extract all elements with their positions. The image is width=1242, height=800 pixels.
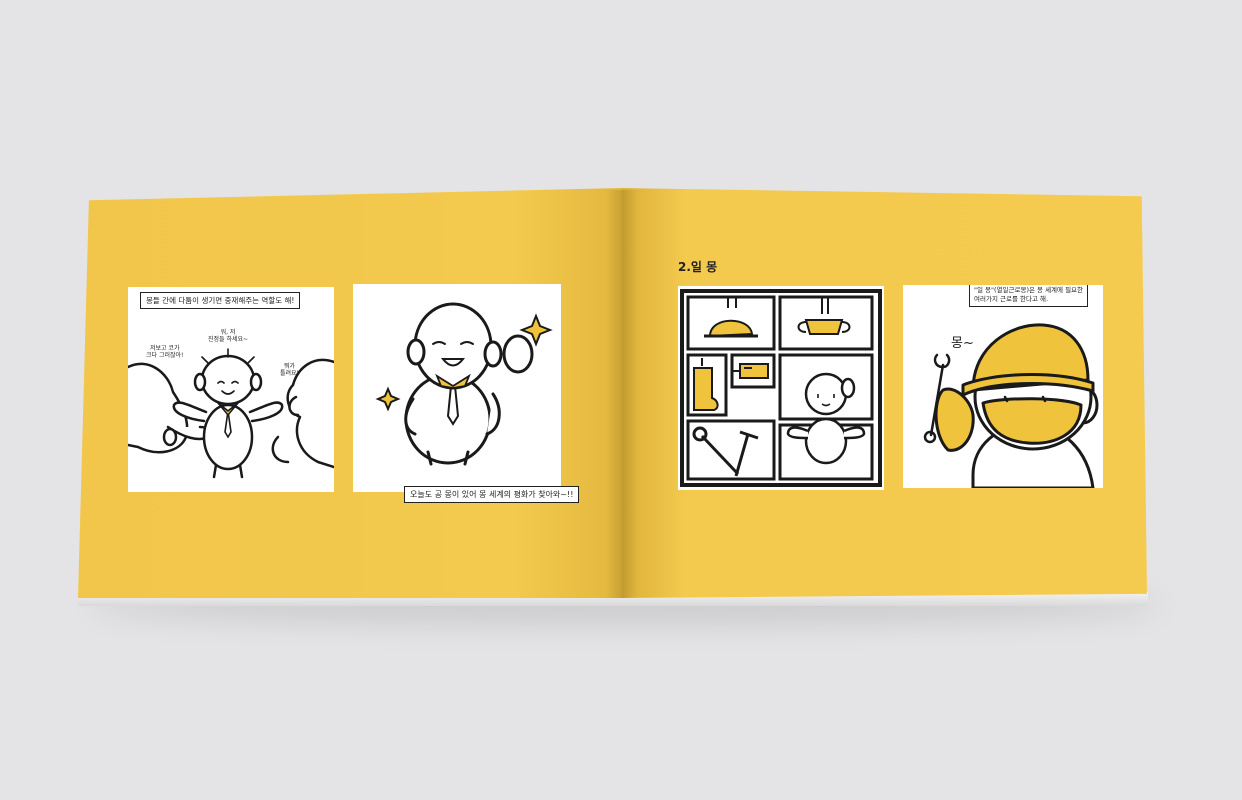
panel1-caption: 몽들 간에 다툼이 생기면 중재해주는 역할도 해! [140,292,301,309]
worker-monkey-illustration [923,323,1099,488]
comic-panel-mediator: 몽들 간에 다툼이 생기면 중재해주는 역할도 해! 워, 저 진정들 하세요~… [128,287,334,492]
comic-panel-proud-monkey [353,284,561,492]
panel4-caption-line2: 여러가지 근로를 한다고 해. [974,295,1049,303]
mediator-illustration [128,348,334,479]
photo-scene: 몽들 간에 다툼이 생기면 중재해주는 역할도 해! 워, 저 진정들 하세요~… [0,0,1242,800]
panel4-caption-line1: "일 몽"(열일근로몽)은 몽 세계에 필요한 [974,286,1084,294]
hammer-icon [734,430,759,477]
panel2-caption: 오늘도 공 몽이 있어 몽 세계의 평화가 찾아와~!! [404,486,580,503]
panel1-speech-right: 뭐가 틀려요! [280,363,299,377]
comic-panel-worker-monkey: "일 몽"(열일근로몽)은 몽 세계에 필요한 여러가지 근로를 한다고 해. … [903,285,1103,488]
safety-boot-icon [693,358,719,411]
panel4-caption: "일 몽"(열일근로몽)은 몽 세계에 필요한 여러가지 근로를 한다고 해. [969,285,1089,307]
comic-panel-tools-grid [678,286,884,490]
panel1-speech-left: 저보고 코가 크다 그러잖아! [146,345,184,359]
chapter-title: 2.일 몽 [678,260,718,274]
injection-icon [732,363,769,379]
book-spine [606,190,638,598]
panel4-sound-effect: 몽~ [951,336,974,351]
panel1-speech-center: 워, 저 진정들 하세요~ [208,329,249,343]
wrench-icon [692,426,740,476]
face-mask-icon [797,297,851,335]
proud-monkey-illustration [375,302,553,466]
sparkle-icon [375,386,401,412]
tools-grid-illustration [680,289,882,487]
hard-hat-icon [704,297,758,338]
